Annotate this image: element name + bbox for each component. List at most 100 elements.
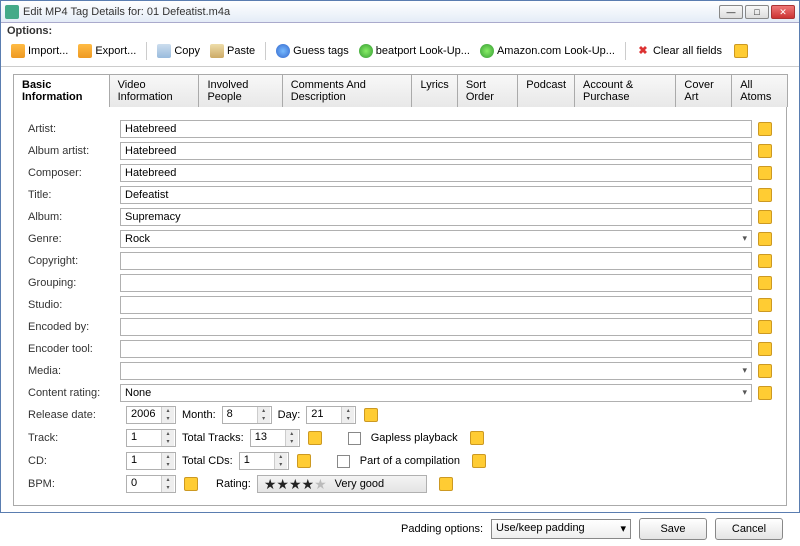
export-button[interactable]: Export...: [74, 42, 140, 60]
clear-icon: ✖: [636, 44, 650, 58]
year-spinner[interactable]: 2006: [126, 406, 176, 424]
padding-options-select[interactable]: Use/keep padding: [491, 519, 631, 539]
toolbar: Import... Export... Copy Paste Guess tag…: [1, 39, 799, 67]
cd-label: CD:: [28, 455, 120, 467]
field-option-icon[interactable]: [758, 386, 772, 400]
tab-account[interactable]: Account & Purchase: [574, 74, 676, 107]
grouping-label: Grouping:: [28, 277, 120, 289]
field-option-icon[interactable]: [758, 320, 772, 334]
field-option-icon[interactable]: [758, 232, 772, 246]
tab-all-atoms[interactable]: All Atoms: [731, 74, 788, 107]
maximize-button[interactable]: □: [745, 5, 769, 19]
compilation-checkbox[interactable]: [337, 455, 350, 468]
field-option-icon[interactable]: [308, 431, 322, 445]
encoder-tool-label: Encoder tool:: [28, 343, 120, 355]
month-spinner[interactable]: 8: [222, 406, 272, 424]
copy-button[interactable]: Copy: [153, 42, 204, 60]
genre-label: Genre:: [28, 233, 120, 245]
tab-sort-order[interactable]: Sort Order: [457, 74, 518, 107]
field-option-icon[interactable]: [758, 188, 772, 202]
content-rating-label: Content rating:: [28, 387, 120, 399]
field-option-icon[interactable]: [439, 477, 453, 491]
bpm-label: BPM:: [28, 478, 120, 490]
total-tracks-spinner[interactable]: 13: [250, 429, 300, 447]
total-cds-label: Total CDs:: [182, 455, 233, 467]
field-option-icon[interactable]: [470, 431, 484, 445]
total-cds-spinner[interactable]: 1: [239, 452, 289, 470]
rating-select[interactable]: ★★★★★ Very good: [257, 475, 427, 493]
field-option-icon[interactable]: [758, 342, 772, 356]
field-option-icon[interactable]: [758, 122, 772, 136]
field-option-icon[interactable]: [758, 144, 772, 158]
copyright-input[interactable]: [120, 252, 752, 270]
guess-tags-button[interactable]: Guess tags: [272, 42, 353, 60]
total-tracks-label: Total Tracks:: [182, 432, 244, 444]
tab-content: Artist: Album artist: Composer: Title: A…: [13, 106, 787, 506]
field-option-icon[interactable]: [758, 210, 772, 224]
separator: [625, 42, 626, 60]
cd-spinner[interactable]: 1: [126, 452, 176, 470]
field-option-icon[interactable]: [758, 276, 772, 290]
grouping-input[interactable]: [120, 274, 752, 292]
artist-input[interactable]: [120, 120, 752, 138]
paste-button[interactable]: Paste: [206, 42, 259, 60]
tab-podcast[interactable]: Podcast: [517, 74, 575, 107]
encoder-tool-input[interactable]: [120, 340, 752, 358]
studio-input[interactable]: [120, 296, 752, 314]
field-option-icon[interactable]: [758, 254, 772, 268]
field-option-icon[interactable]: [297, 454, 311, 468]
close-button[interactable]: ✕: [771, 5, 795, 19]
field-option-icon[interactable]: [758, 166, 772, 180]
tab-lyrics[interactable]: Lyrics: [411, 74, 457, 107]
clear-fields-button[interactable]: ✖Clear all fields: [632, 42, 726, 60]
beatport-button[interactable]: beatport Look-Up...: [355, 42, 474, 60]
artist-label: Artist:: [28, 123, 120, 135]
help-icon: [276, 44, 290, 58]
footer: Padding options: Use/keep padding Save C…: [1, 512, 799, 546]
gapless-checkbox[interactable]: [348, 432, 361, 445]
window-title: Edit MP4 Tag Details for: 01 Defeatist.m…: [23, 6, 719, 18]
media-label: Media:: [28, 365, 120, 377]
options-label: Options:: [1, 23, 799, 39]
tab-involved-people[interactable]: Involved People: [198, 74, 282, 107]
content-rating-select[interactable]: None: [120, 384, 752, 402]
copy-icon: [157, 44, 171, 58]
field-option-icon[interactable]: [184, 477, 198, 491]
field-option-icon[interactable]: [758, 298, 772, 312]
album-input[interactable]: [120, 208, 752, 226]
paste-icon: [210, 44, 224, 58]
bpm-spinner[interactable]: 0: [126, 475, 176, 493]
field-option-icon[interactable]: [758, 364, 772, 378]
day-label: Day:: [278, 409, 301, 421]
separator: [265, 42, 266, 60]
tab-video-information[interactable]: Video Information: [109, 74, 200, 107]
tab-comments[interactable]: Comments And Description: [282, 74, 413, 107]
composer-input[interactable]: [120, 164, 752, 182]
save-button[interactable]: Save: [639, 518, 707, 540]
tab-cover-art[interactable]: Cover Art: [675, 74, 732, 107]
amazon-icon: [480, 44, 494, 58]
album-label: Album:: [28, 211, 120, 223]
month-label: Month:: [182, 409, 216, 421]
title-input[interactable]: [120, 186, 752, 204]
field-option-icon[interactable]: [472, 454, 486, 468]
field-option-icon[interactable]: [364, 408, 378, 422]
genre-select[interactable]: Rock: [120, 230, 752, 248]
tab-basic-information[interactable]: Basic Information: [13, 74, 110, 107]
rating-label: Rating:: [216, 478, 251, 490]
album-artist-input[interactable]: [120, 142, 752, 160]
encoded-by-input[interactable]: [120, 318, 752, 336]
minimize-button[interactable]: —: [719, 5, 743, 19]
titlebar: Edit MP4 Tag Details for: 01 Defeatist.m…: [1, 1, 799, 23]
composer-label: Composer:: [28, 167, 120, 179]
cancel-button[interactable]: Cancel: [715, 518, 783, 540]
amazon-button[interactable]: Amazon.com Look-Up...: [476, 42, 619, 60]
track-spinner[interactable]: 1: [126, 429, 176, 447]
day-spinner[interactable]: 21: [306, 406, 356, 424]
field-option-icon[interactable]: [734, 44, 748, 58]
star-icon: ★★★★: [264, 476, 314, 493]
import-button[interactable]: Import...: [7, 42, 72, 60]
media-select[interactable]: [120, 362, 752, 380]
studio-label: Studio:: [28, 299, 120, 311]
title-label: Title:: [28, 189, 120, 201]
